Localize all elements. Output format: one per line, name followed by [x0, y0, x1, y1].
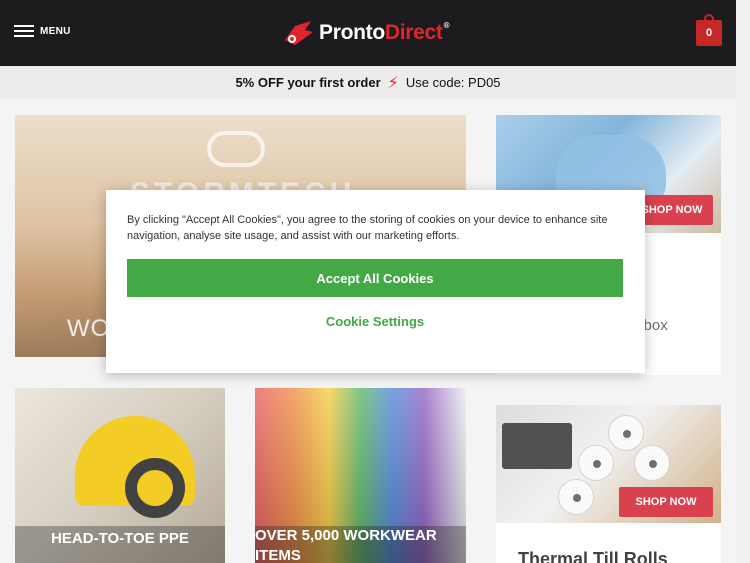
lightning-icon: ⚡	[387, 74, 399, 92]
logo-text-pronto: Pronto	[319, 21, 385, 44]
cookie-settings-link[interactable]: Cookie Settings	[127, 314, 623, 329]
promo-code: Use code: PD05	[405, 75, 501, 90]
hamburger-icon	[14, 24, 34, 38]
page-scrollbar[interactable]	[736, 0, 750, 563]
cart-button[interactable]: 0	[696, 20, 722, 46]
cart-count: 0	[705, 27, 713, 39]
menu-label: MENU	[40, 25, 71, 37]
promo-bar: 5% OFF your first order ⚡ Use code: PD05	[0, 66, 736, 99]
accept-all-cookies-button[interactable]: Accept All Cookies	[127, 259, 623, 297]
logo-text: ProntoDirect®	[319, 21, 449, 45]
promo-offer: 5% OFF your first order	[235, 75, 381, 90]
site-header: MENU ProntoDirect® 0	[0, 0, 736, 66]
logo-text-direct: Direct	[384, 21, 443, 44]
menu-button[interactable]: MENU	[14, 24, 71, 38]
logo-mark-icon	[285, 21, 313, 45]
logo-registered: ®	[443, 21, 450, 30]
cookie-message: By clicking "Accept All Cookies", you ag…	[127, 214, 608, 242]
cookie-consent-dialog: By clicking "Accept All Cookies", you ag…	[106, 190, 645, 373]
site-logo[interactable]: ProntoDirect®	[281, 18, 449, 48]
